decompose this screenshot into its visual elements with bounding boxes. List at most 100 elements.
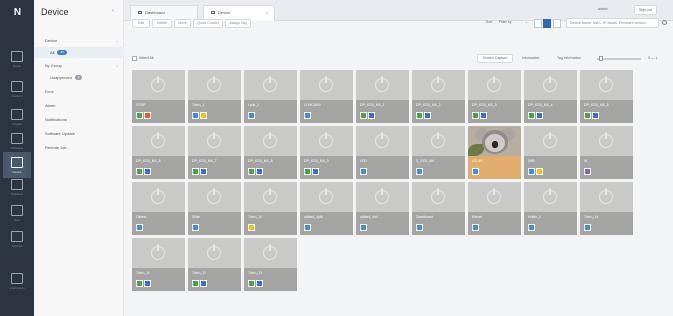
power-icon [431,76,445,92]
settings-icon [11,230,23,242]
search-input[interactable]: Device Name, MAC, IP, Model, Firmware ve… [566,18,659,28]
warning-icon [536,168,543,175]
quick-control-button[interactable]: Quick Control [193,19,223,28]
device-tile[interactable]: DP_SSS_M4_1 [356,70,409,123]
chevron-down-icon[interactable]: ⌄ [116,35,119,46]
nav-item-notifications[interactable]: Notifications [34,114,124,125]
nav-item-label: Alarm [45,103,56,108]
rail-item-schedule[interactable]: Schedule [3,128,31,154]
nav-item-unapproved[interactable]: Unapproved 0 [34,72,124,83]
tag-information-toggle[interactable]: Tag Information [557,56,581,60]
edit-button[interactable]: Edit [132,19,150,28]
warning-icon [536,112,543,119]
rail-item-statistics[interactable]: Statistics [3,174,31,200]
device-tile[interactable]: slotted_ApB [300,182,353,235]
device-tile[interactable]: Tizen_10 [244,182,297,235]
device-tile[interactable]: UD-5R [468,126,521,179]
rail-label: Home [12,63,21,68]
device-tile[interactable]: DP_SSS_M4_7 [188,126,241,179]
device-tile[interactable]: DP_SSS_M4_2 [412,70,465,123]
device-tile[interactable]: Slide [188,182,241,235]
selection-bar: Select All Screen Capture Information Ta… [124,54,673,66]
rail-item-playlist[interactable]: Playlist [3,104,31,130]
device-tile[interactable]: slotted_4x4 [356,182,409,235]
device-tile[interactable]: Kernel [468,182,521,235]
status-icon [528,112,535,119]
status-icon [528,224,535,231]
close-icon[interactable]: × [266,6,268,20]
device-tile[interactable]: W [580,126,633,179]
power-icon [151,132,165,148]
warning-icon [144,280,151,287]
device-tile[interactable]: SSSP [132,70,185,123]
rail-item-information[interactable]: Information [3,268,31,294]
nav-item-label: Error [45,89,54,94]
chevron-down-icon[interactable]: ⌄ [116,60,119,71]
rail-label: User [13,217,21,222]
nav-item-all[interactable]: All 33 [34,47,124,58]
device-tile[interactable]: DP_SSS_M4_5 [580,70,633,123]
signout-button[interactable]: Sign out [634,5,657,15]
rail-item-home[interactable]: Home [3,46,31,72]
device-tile[interactable]: DP_SSS_M4_9 [300,126,353,179]
status-icon [248,224,255,231]
device-tile[interactable]: DP_SSS_M4_8 [244,126,297,179]
device-tile[interactable]: Oldest [132,182,185,235]
power-icon [263,132,277,148]
move-button[interactable]: Move [174,19,191,28]
list-view-icon[interactable] [534,19,542,28]
device-tile[interactable]: Lynk_1 [244,70,297,123]
warning-icon [200,112,207,119]
nav-item-label: All [50,50,55,55]
power-icon [375,76,389,92]
nav-item-software-update[interactable]: Software Update [34,128,124,139]
screen-capture-button[interactable]: Screen Capture [477,54,513,63]
device-tile[interactable]: DP_SSS_M4_4 [524,70,577,123]
nav-item-alarm[interactable]: Alarm [34,100,124,111]
collapse-arrow-icon[interactable]: ‹ [112,8,114,14]
chevron-down-icon[interactable]: ⌄ [525,20,528,24]
device-tile[interactable]: Tizen_11 [132,238,185,291]
nav-item-error[interactable]: Error [34,86,124,97]
rail-item-settings[interactable]: Settings [3,226,31,252]
select-all-checkbox[interactable] [132,56,137,61]
device-tile[interactable]: S_SSS_M4 [412,126,465,179]
assign-tag-button[interactable]: Assign Tag [225,19,251,28]
grid-view-icon[interactable] [543,19,551,28]
device-tile[interactable]: Dashboard [412,182,465,235]
nav-item-device[interactable]: Device ⌄ [34,35,124,46]
power-icon [319,76,333,92]
device-tile[interactable]: Tizen_13 [244,238,297,291]
sort-dropdown[interactable]: Filter by [499,20,511,24]
device-tile[interactable]: Tizen_12 [188,238,241,291]
nav-item-by-group[interactable]: By Group ⌄ [34,60,124,71]
device-tile[interactable]: LYNK3000 [300,70,353,123]
device-tile[interactable]: DP_SSS_M4_3 [468,70,521,123]
power-icon [207,244,221,260]
device-tile[interactable]: Tizen_14 [580,182,633,235]
nav-item-remote-job[interactable]: Remote Job [34,142,124,153]
device-tile[interactable]: LFD [356,126,409,179]
information-toggle[interactable]: Information [522,56,540,60]
tile-size-slider[interactable] [597,56,641,61]
device-tile[interactable]: Hotfix_1 [524,182,577,235]
search-icon[interactable] [662,20,667,25]
warning-icon [368,112,375,119]
power-icon [319,188,333,204]
status-icon [360,224,367,231]
status-icon [360,168,367,175]
power-icon [151,188,165,204]
power-icon [599,76,613,92]
rail-item-content[interactable]: Content [3,76,31,102]
status-icon [304,168,311,175]
warning-icon [200,280,207,287]
device-tile[interactable]: IWB [524,126,577,179]
device-tile[interactable]: DP_SSS_M4_6 [132,126,185,179]
nav-item-label: Unapproved [50,75,72,80]
detail-view-icon[interactable] [553,19,561,28]
device-tile[interactable]: Tizen_1 [188,70,241,123]
rail-item-user[interactable]: User [3,200,31,226]
power-icon [207,188,221,204]
delete-button[interactable]: Delete [152,19,172,28]
slider-knob[interactable] [599,56,603,61]
